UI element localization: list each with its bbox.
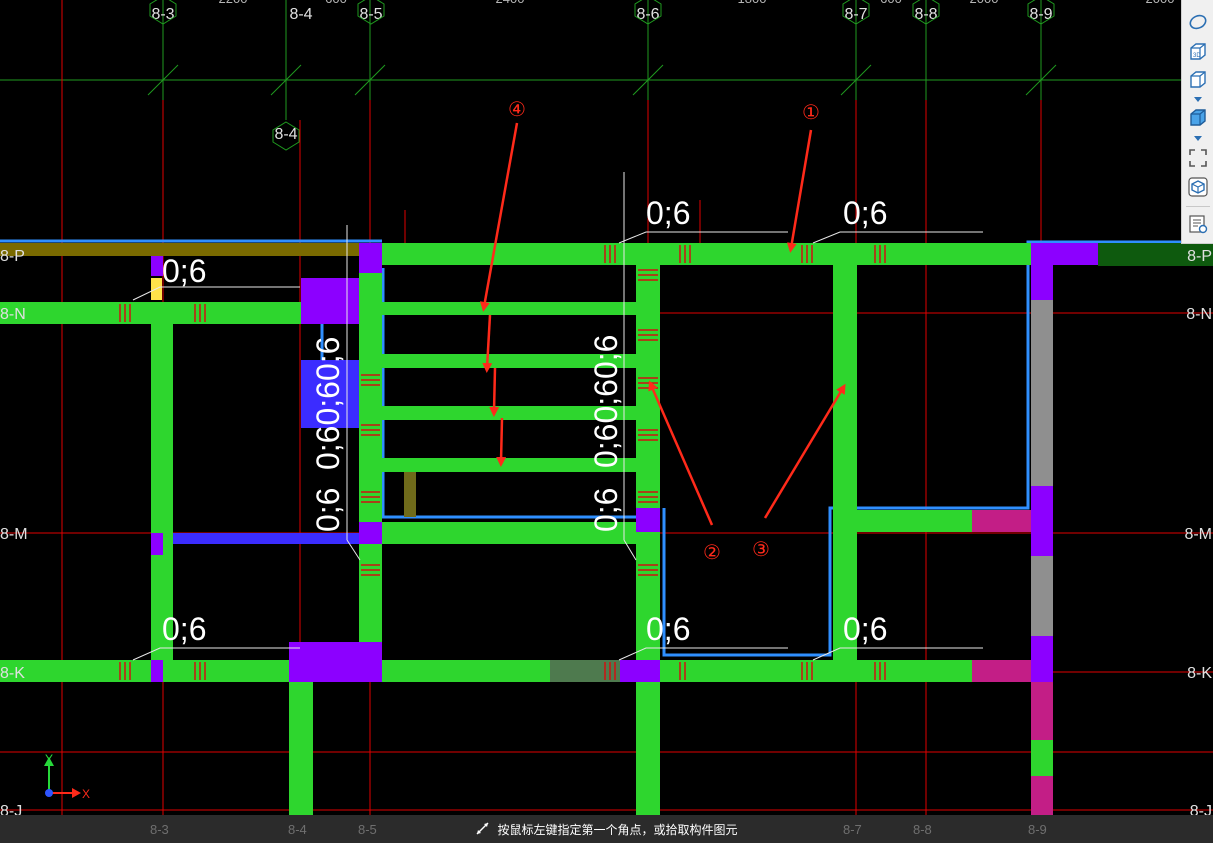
axis-top-8-4: 8-4	[289, 6, 312, 23]
ucs-y-label: Y	[45, 752, 53, 766]
chevron-down-icon[interactable]	[1194, 136, 1202, 141]
beams	[0, 243, 1053, 815]
axis-left-8-P: 8-P	[0, 248, 25, 265]
dim-label: 0;6	[646, 611, 690, 647]
status-message: 按鼠标左键指定第一个角点，或拾取构件图元	[497, 822, 738, 837]
marker-4: ④	[508, 97, 526, 121]
chevron-down-icon[interactable]	[1194, 97, 1202, 102]
marker-3: ③	[752, 537, 770, 561]
right-axis-labels: 8-P 8-N 8-M 8-K 8-J	[1184, 248, 1212, 820]
axis-right-8-M: 8-M	[1184, 526, 1212, 543]
axis-top-8-7: 8-7	[844, 6, 867, 23]
view-toolbar: 3D	[1181, 0, 1213, 244]
axis-top-8-5: 8-5	[359, 6, 382, 23]
circled-markers: ① ② ③ ④	[508, 97, 820, 564]
svg-text:2400: 2400	[496, 0, 525, 6]
marker-1: ①	[802, 100, 820, 124]
view-cube-icon[interactable]	[1186, 68, 1210, 92]
svg-text:3D: 3D	[1193, 53, 1201, 59]
axis-right-8-P: 8-P	[1187, 248, 1212, 265]
properties-icon[interactable]	[1186, 212, 1210, 236]
ucs-icon: Y X	[44, 752, 90, 801]
marker-2: ②	[703, 540, 721, 564]
svg-text:2000: 2000	[970, 0, 999, 6]
axis-left-8-M: 8-M	[0, 526, 28, 543]
3d-view-icon[interactable]: 3D	[1186, 40, 1210, 64]
dim-label-stacked-vertical: 0;60;60;6	[588, 335, 624, 468]
dim-label-vertical: 0;6	[588, 488, 624, 532]
toolbar-separator	[1186, 206, 1210, 207]
dim-label: 0;6	[843, 611, 887, 647]
status-bar: 8-3 8-4 8-5 8-7 8-8 8-9 按鼠标左键指定第一个角点，或拾取…	[0, 815, 1213, 843]
dim-label-vertical: 0;6	[310, 488, 346, 532]
blue-beam	[173, 533, 359, 544]
cad-drawing-canvas[interactable]: 8-3 8-4 8-5 8-6 8-7 8-8 8-9 8-4 2200 600…	[0, 0, 1213, 843]
svg-text:2000: 2000	[1146, 0, 1175, 6]
dim-label: 0;6	[843, 195, 887, 231]
olive-post	[404, 472, 416, 517]
axis-inner-8-4: 8-4	[274, 126, 297, 143]
axis-top-8-8: 8-8	[914, 6, 937, 23]
axis-left-8-K: 8-K	[0, 665, 25, 682]
svg-text:600: 600	[880, 0, 902, 6]
axis-right-8-N: 8-N	[1186, 306, 1212, 323]
svg-text:1800: 1800	[738, 0, 767, 6]
dim-label: 0;6	[646, 195, 690, 231]
axis-top-8-6: 8-6	[636, 6, 659, 23]
dim-label: 0;6	[162, 611, 206, 647]
solid-box-icon[interactable]	[1186, 106, 1210, 130]
ucs-x-label: X	[82, 787, 90, 801]
component-cube-icon[interactable]	[1186, 175, 1210, 199]
orbit-icon[interactable]	[1186, 10, 1210, 34]
left-axis-labels: 8-P 8-N 8-M 8-K 8-J	[0, 248, 28, 820]
axis-right-8-K: 8-K	[1187, 665, 1212, 682]
pick-cursor-icon	[476, 822, 489, 835]
axis-top-8-9: 8-9	[1029, 6, 1052, 23]
dim-label-stacked-vertical: 0;60;60;6	[310, 337, 346, 470]
dim-label: 0;6	[162, 253, 206, 289]
axis-top-8-3: 8-3	[151, 6, 174, 23]
axis-left-8-N: 8-N	[0, 306, 26, 323]
svg-text:600: 600	[325, 0, 347, 6]
svg-text:2200: 2200	[219, 0, 248, 6]
zoom-extents-icon[interactable]	[1186, 146, 1210, 170]
